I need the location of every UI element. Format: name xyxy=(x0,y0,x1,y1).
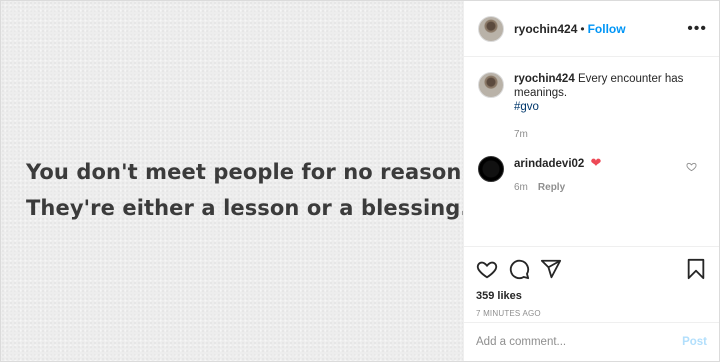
bookmark-icon[interactable] xyxy=(685,258,707,280)
comment-username[interactable]: arindadevi02 xyxy=(514,158,584,170)
comment-avatar[interactable] xyxy=(478,156,504,182)
share-icon[interactable] xyxy=(540,258,562,280)
avatar[interactable] xyxy=(478,15,504,42)
caption-username[interactable]: ryochin424 xyxy=(514,73,575,85)
header-username[interactable]: ryochin424 xyxy=(514,22,577,36)
list-item: arindadevi02 ❤ 6m Reply xyxy=(478,156,707,195)
post-image[interactable]: You don't meet people for no reason. The… xyxy=(1,1,470,361)
caption-avatar[interactable] xyxy=(478,72,504,98)
heart-icon[interactable] xyxy=(476,258,498,280)
likes-count[interactable]: 359 likes xyxy=(476,290,707,302)
action-icons xyxy=(476,257,707,281)
post-timestamp: 7 MINUTES AGO xyxy=(476,309,541,318)
comment-input[interactable] xyxy=(476,336,683,348)
reply-button[interactable]: Reply xyxy=(538,182,565,193)
comment-time[interactable]: 6m xyxy=(514,182,528,193)
follow-button[interactable]: Follow xyxy=(588,22,626,36)
caption-time[interactable]: 7m xyxy=(514,129,528,140)
red-heart-emoji: ❤ xyxy=(590,155,602,170)
comments-section: ryochin424 Every encounter has meanings.… xyxy=(464,58,719,246)
quote-line-1: You don't meet people for no reason. xyxy=(26,160,470,184)
comment-icon[interactable] xyxy=(508,258,530,280)
hashtag-link[interactable]: #gvo xyxy=(514,100,707,114)
caption: ryochin424 Every encounter has meanings.… xyxy=(478,72,707,142)
more-icon[interactable]: ••• xyxy=(687,20,707,37)
quote-text: You don't meet people for no reason. The… xyxy=(26,154,470,226)
post-header: ryochin424 • Follow ••• xyxy=(464,1,719,57)
small-heart-icon[interactable] xyxy=(686,161,697,175)
post-button[interactable]: Post xyxy=(682,336,707,348)
caption-meta: 7m xyxy=(514,128,707,142)
separator-dot: • xyxy=(580,21,585,36)
actions-section: 359 likes 7 MINUTES AGO xyxy=(464,246,719,318)
post-side-panel: ryochin424 • Follow ••• ryochin424 Every… xyxy=(463,1,719,361)
add-comment-bar: Post xyxy=(464,322,719,361)
comment-meta: 6m Reply xyxy=(514,181,694,195)
quote-line-2: They're either a lesson or a blessing. xyxy=(26,196,469,220)
instagram-post: You don't meet people for no reason. The… xyxy=(0,0,720,362)
